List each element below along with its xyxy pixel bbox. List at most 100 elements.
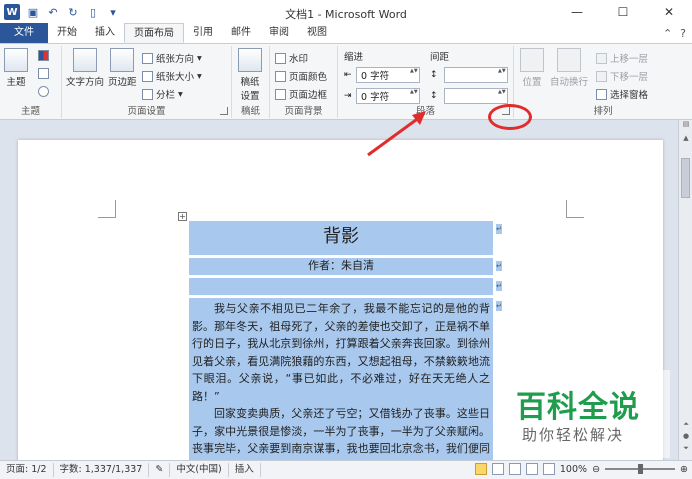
browse-object-icon[interactable]: ● bbox=[679, 432, 692, 444]
theme-effects-icon bbox=[38, 86, 49, 97]
status-language[interactable]: 中文(中国) bbox=[170, 463, 229, 477]
group-themes: 主题 主题 bbox=[0, 46, 62, 118]
indent-left-input[interactable]: 0 字符 bbox=[356, 67, 420, 83]
position-icon bbox=[520, 48, 544, 72]
web-layout-icon[interactable] bbox=[508, 463, 521, 475]
save-icon[interactable]: ▣ bbox=[26, 5, 40, 19]
cell-end-mark-icon: ↵ bbox=[496, 281, 502, 291]
theme-colors-button[interactable] bbox=[38, 50, 49, 61]
theme-fonts-button[interactable] bbox=[38, 68, 49, 79]
page-color-icon bbox=[275, 70, 286, 82]
collapse-ribbon-icon[interactable]: ⌃ bbox=[663, 27, 672, 40]
outline-view-icon[interactable] bbox=[525, 463, 538, 475]
tab-page-layout[interactable]: 页面布局 bbox=[124, 23, 184, 43]
status-insert-mode[interactable]: 插入 bbox=[229, 463, 261, 477]
close-button[interactable]: ✕ bbox=[646, 0, 692, 24]
help-icon[interactable]: ? bbox=[680, 27, 686, 40]
status-word-count[interactable]: 字数: 1,337/1,337 bbox=[54, 463, 150, 477]
columns-icon bbox=[142, 88, 153, 100]
indent-right-input[interactable]: 0 字符 bbox=[356, 88, 420, 104]
draft-paper-button[interactable]: 稿纸 设置 bbox=[238, 48, 262, 102]
redo-icon[interactable]: ↻ bbox=[66, 5, 80, 19]
table-cell-empty[interactable] bbox=[189, 278, 493, 295]
cell-end-mark-icon: ↵ bbox=[496, 301, 502, 311]
watermark-button[interactable]: 水印 bbox=[275, 51, 308, 65]
group-page-setup: 文字方向 页边距 纸张方向 ▾ 纸张大小 ▾ 分栏 ▾ 页面设置 bbox=[62, 46, 232, 118]
group-draft-paper: 稿纸 设置 稿纸 bbox=[232, 46, 270, 118]
page-setup-launcher-icon[interactable] bbox=[220, 107, 228, 115]
new-document-icon[interactable]: ▯ bbox=[86, 5, 100, 19]
columns-button[interactable]: 分栏 ▾ bbox=[142, 87, 183, 101]
ribbon: 主题 主题 文字方向 页边距 纸张方向 ▾ 纸张大小 ▾ 分栏 ▾ 页面设置 稿纸 设… bbox=[0, 44, 692, 120]
minimize-button[interactable]: — bbox=[554, 0, 600, 24]
indent-heading: 缩进 bbox=[344, 52, 364, 63]
page-border-button[interactable]: 页面边框 bbox=[275, 87, 327, 101]
full-screen-reading-icon[interactable] bbox=[491, 463, 504, 475]
draft-paper-icon bbox=[238, 48, 262, 72]
word-logo-icon: W bbox=[4, 4, 20, 20]
size-button[interactable]: 纸张大小 ▾ bbox=[142, 69, 202, 83]
text-direction-button[interactable]: 文字方向 bbox=[66, 48, 104, 88]
ruler-toggle-icon[interactable]: ▤ bbox=[679, 120, 692, 132]
crop-mark-right bbox=[566, 200, 584, 218]
previous-page-icon[interactable]: ⏶ bbox=[679, 420, 692, 432]
scroll-up-icon[interactable]: ▲ bbox=[679, 134, 692, 146]
spacing-before-input[interactable] bbox=[444, 67, 508, 83]
theme-fonts-icon bbox=[38, 68, 49, 79]
crop-mark-left bbox=[98, 200, 116, 218]
status-page[interactable]: 页面: 1/2 bbox=[0, 463, 54, 477]
proofing-icon[interactable]: ✎ bbox=[149, 463, 171, 477]
brand-watermark-slogan: 助你轻松解决 bbox=[522, 426, 625, 444]
group-arrange: 位置 自动换行 上移一层 下移一层 选择窗格 排列 bbox=[514, 46, 692, 118]
selection-pane-button[interactable]: 选择窗格 bbox=[596, 87, 648, 101]
theme-colors-icon bbox=[38, 50, 49, 61]
tab-home[interactable]: 开始 bbox=[48, 23, 86, 43]
table-cell-author[interactable]: 作者：朱自清 bbox=[189, 258, 493, 275]
ribbon-tabs: 文件 开始 插入 页面布局 引用 邮件 审阅 视图 ⌃ ? bbox=[0, 23, 692, 44]
undo-icon[interactable]: ↶ bbox=[46, 5, 60, 19]
group-label-page-setup: 页面设置 bbox=[127, 106, 166, 117]
wrap-text-button[interactable]: 自动换行 bbox=[550, 48, 588, 88]
tab-review[interactable]: 审阅 bbox=[260, 23, 298, 43]
next-page-icon[interactable]: ⏷ bbox=[679, 444, 692, 456]
customize-toolbar-icon[interactable]: ▾ bbox=[106, 5, 120, 19]
tab-view[interactable]: 视图 bbox=[298, 23, 336, 43]
themes-button[interactable]: 主题 bbox=[4, 48, 28, 88]
maximize-button[interactable]: ☐ bbox=[600, 0, 646, 24]
tab-mailings[interactable]: 邮件 bbox=[222, 23, 260, 43]
table-move-handle-icon[interactable]: + bbox=[178, 212, 187, 221]
print-layout-view-icon[interactable] bbox=[474, 463, 487, 475]
window-controls: — ☐ ✕ bbox=[554, 0, 692, 24]
vertical-scrollbar[interactable]: ▤ ▲ ⏶ ● ⏷ bbox=[678, 120, 692, 460]
zoom-in-icon[interactable]: ⊕ bbox=[680, 464, 688, 475]
orientation-icon bbox=[142, 52, 153, 64]
send-backward-icon bbox=[596, 70, 607, 82]
zoom-slider[interactable] bbox=[605, 464, 676, 474]
scrollbar-thumb[interactable] bbox=[681, 158, 690, 198]
tab-insert[interactable]: 插入 bbox=[86, 23, 124, 43]
tab-file[interactable]: 文件 bbox=[0, 23, 48, 43]
margins-button[interactable]: 页边距 bbox=[108, 48, 137, 88]
page-color-button[interactable]: 页面颜色 bbox=[275, 69, 327, 83]
table-cell-body[interactable]: 我与父亲不相见已二年余了，我最不能忘记的是他的背影。那年冬天，祖母死了，父亲的差… bbox=[189, 298, 493, 460]
table-cell-title[interactable]: 背影 bbox=[189, 221, 493, 255]
orientation-button[interactable]: 纸张方向 ▾ bbox=[142, 51, 202, 65]
body-paragraph: 回家变卖典质，父亲还了亏空；又借钱办了丧事。这些日子，家中光景很是惨淡，一半为了… bbox=[192, 407, 490, 460]
zoom-level[interactable]: 100% bbox=[560, 464, 587, 475]
group-label-themes: 主题 bbox=[20, 106, 40, 117]
bring-forward-button[interactable]: 上移一层 bbox=[596, 51, 648, 65]
send-backward-button[interactable]: 下移一层 bbox=[596, 69, 648, 83]
page-border-icon bbox=[275, 88, 286, 100]
group-label-page-background: 页面背景 bbox=[284, 106, 323, 117]
brand-watermark-title: 百科全说 bbox=[516, 390, 640, 425]
watermark-icon bbox=[275, 52, 286, 64]
position-button[interactable]: 位置 bbox=[520, 48, 544, 88]
draft-view-icon[interactable] bbox=[542, 463, 555, 475]
wrap-text-icon bbox=[557, 48, 581, 72]
tab-references[interactable]: 引用 bbox=[184, 23, 222, 43]
zoom-out-icon[interactable]: ⊖ bbox=[592, 464, 600, 475]
spacing-after-input[interactable] bbox=[444, 88, 508, 104]
theme-effects-button[interactable] bbox=[38, 86, 49, 97]
cell-end-mark-icon: ↵ bbox=[496, 261, 502, 271]
bring-forward-icon bbox=[596, 52, 607, 64]
